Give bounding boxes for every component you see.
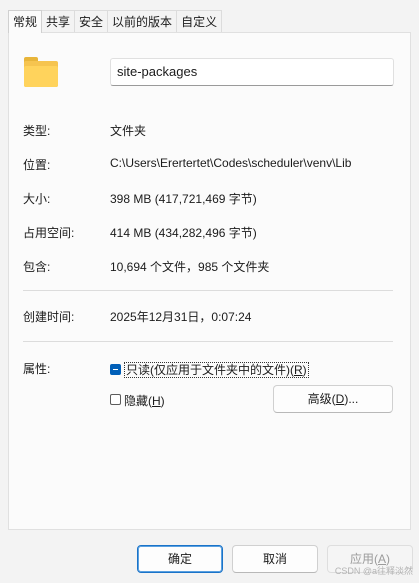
attributes-label: 属性:	[23, 362, 51, 376]
folder-name-input[interactable]: site-packages	[110, 58, 394, 86]
size-value: 398 MB (417,721,469 字节)	[110, 192, 257, 206]
tab-previous-versions[interactable]: 以前的版本	[107, 10, 178, 32]
size-label: 大小:	[23, 192, 51, 206]
contains-label: 包含:	[23, 260, 51, 274]
location-value: C:\Users\Erertertet\Codes\scheduler\venv…	[110, 156, 352, 170]
tab-sharing[interactable]: 共享	[41, 10, 76, 32]
type-label: 类型:	[23, 124, 51, 138]
tab-customize[interactable]: 自定义	[176, 10, 223, 32]
hidden-checkbox[interactable]	[110, 394, 121, 405]
hidden-checkbox-label[interactable]: 隐藏(H)	[124, 392, 165, 409]
cancel-button[interactable]: 取消	[232, 545, 318, 573]
tab-security[interactable]: 安全	[74, 10, 109, 32]
contains-value: 10,694 个文件，985 个文件夹	[110, 260, 270, 274]
readonly-checkbox[interactable]	[110, 364, 121, 375]
created-label: 创建时间:	[23, 310, 75, 324]
ok-button[interactable]: 确定	[137, 545, 223, 573]
watermark: CSDN @a往释淡然	[334, 566, 413, 576]
type-value: 文件夹	[110, 124, 147, 138]
disk-size-value: 414 MB (434,282,496 字节)	[110, 226, 257, 240]
folder-icon	[24, 57, 58, 87]
location-label: 位置:	[23, 158, 51, 172]
created-value: 2025年12月31日，0:07:24	[110, 310, 252, 324]
divider	[23, 341, 393, 342]
disk-size-label: 占用空间:	[23, 226, 75, 240]
general-panel	[8, 32, 411, 530]
divider	[23, 290, 393, 291]
readonly-checkbox-label[interactable]: 只读(仅应用于文件夹中的文件)(R)	[124, 361, 309, 378]
tab-general[interactable]: 常规	[8, 10, 43, 33]
advanced-button[interactable]: 高级(D)...	[273, 385, 393, 413]
tab-bar: 常规 共享 安全 以前的版本 自定义	[8, 10, 223, 33]
